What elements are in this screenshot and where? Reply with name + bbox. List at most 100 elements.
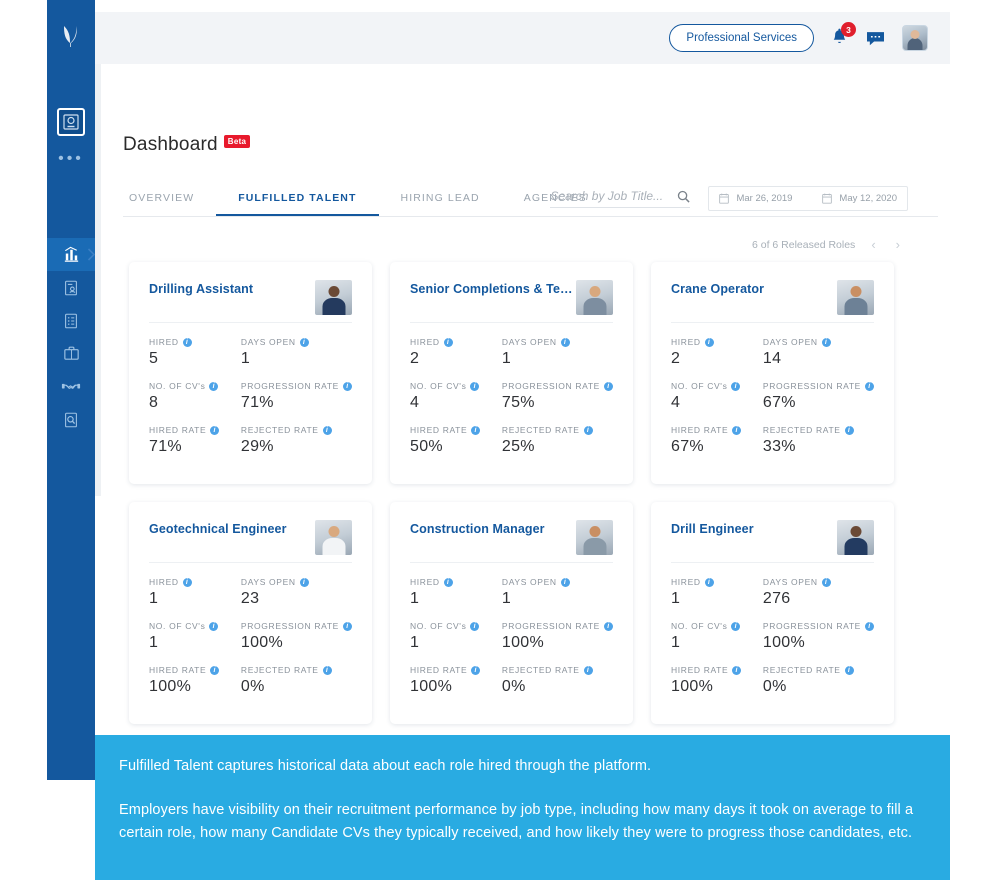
messages-button[interactable] [865, 30, 886, 47]
info-icon[interactable]: i [322, 665, 332, 675]
leaf-logo-icon[interactable] [60, 24, 82, 48]
metric-label: PROGRESSION RATE i [502, 381, 613, 391]
metric-value: 100% [671, 678, 714, 695]
sidebar-item-agencies[interactable] [47, 370, 95, 403]
metric-label: NO. OF CV's i [149, 381, 241, 391]
info-icon[interactable]: i [182, 577, 192, 587]
card-header: Construction Manager [410, 520, 613, 562]
notifications-button[interactable]: 3 [830, 22, 856, 48]
info-icon[interactable]: i [210, 425, 220, 435]
metric-cell: DAYS OPEN i 23 [241, 577, 352, 608]
metric-label: NO. OF CV's i [410, 381, 502, 391]
metric-cell: REJECTED RATE i 0% [763, 665, 874, 696]
info-icon[interactable]: i [704, 577, 714, 587]
date-start[interactable]: Mar 26, 2019 [719, 193, 792, 204]
info-icon[interactable]: i [731, 621, 741, 631]
info-icon[interactable]: i [210, 665, 220, 675]
metric-cell: NO. OF CV's i 1 [671, 621, 763, 652]
metric-label-text: HIRED [671, 337, 701, 347]
search-box[interactable] [550, 189, 691, 208]
metric-value: 0% [762, 678, 787, 695]
info-icon[interactable]: i [343, 621, 352, 631]
date-range-picker[interactable]: Mar 26, 2019 May 12, 2020 [708, 186, 908, 211]
metric-cell: REJECTED RATE i 0% [502, 665, 613, 696]
info-icon[interactable]: i [182, 337, 192, 347]
metric-label: REJECTED RATE i [502, 425, 613, 435]
prev-page-button[interactable]: ‹ [867, 237, 879, 252]
metric-cell: PROGRESSION RATE i 75% [502, 381, 613, 412]
metric-label-text: HIRED RATE [671, 425, 729, 435]
metric-label-text: HIRED RATE [149, 665, 207, 675]
sidebar-item-checklist[interactable] [47, 304, 95, 337]
metric-label-text: DAYS OPEN [501, 577, 557, 587]
info-icon[interactable]: i [471, 425, 481, 435]
info-icon[interactable]: i [704, 337, 714, 347]
sidebar-item-jobs[interactable] [47, 337, 95, 370]
sidebar-more-icon[interactable]: ••• [58, 151, 84, 167]
info-icon[interactable]: i [322, 425, 332, 435]
role-title: Drill Engineer [671, 522, 754, 536]
info-icon[interactable]: i [299, 577, 309, 587]
user-avatar[interactable] [902, 25, 928, 51]
date-end[interactable]: May 12, 2020 [822, 193, 897, 204]
role-card[interactable]: Crane Operator HIRED i 2 DAYS OPEN i 14 NO. OF … [651, 262, 894, 484]
next-page-button[interactable]: › [892, 237, 904, 252]
metric-label: DAYS OPEN i [241, 577, 352, 587]
metric-cell: DAYS OPEN i 1 [502, 337, 613, 368]
info-icon[interactable]: i [821, 577, 831, 587]
metric-label-text: HIRED [149, 337, 179, 347]
info-icon[interactable]: i [865, 381, 874, 391]
role-avatar [837, 280, 874, 315]
role-card[interactable]: Drilling Assistant HIRED i 5 DAYS OPEN i 1 NO. … [129, 262, 372, 484]
page-content: Dashboard Beta OVERVIEW FULFILLED TALENT… [101, 64, 950, 734]
org-pill-button[interactable]: Professional Services [669, 24, 814, 52]
info-icon[interactable]: i [604, 621, 613, 631]
metric-label-text: DAYS OPEN [501, 337, 557, 347]
top-header-bar: Professional Services 3 [95, 12, 950, 64]
info-icon[interactable]: i [209, 381, 219, 391]
metric-value: 33% [762, 438, 796, 455]
search-icon[interactable] [677, 190, 691, 203]
info-icon[interactable]: i [560, 577, 570, 587]
badge-app-icon[interactable] [57, 108, 85, 136]
metric-value: 23 [240, 590, 260, 607]
info-icon[interactable]: i [732, 425, 742, 435]
role-card[interactable]: Geotechnical Engineer HIRED i 1 DAYS OPEN i 23… [129, 502, 372, 724]
sidebar-expand-toggle[interactable] [82, 244, 100, 264]
info-icon[interactable]: i [844, 665, 854, 675]
role-avatar [315, 280, 352, 315]
calendar-icon [719, 193, 730, 204]
role-card[interactable]: Construction Manager HIRED i 1 DAYS OPEN i 1 NO… [390, 502, 633, 724]
metric-label-text: REJECTED RATE [240, 425, 319, 435]
info-icon[interactable]: i [470, 381, 480, 391]
info-icon[interactable]: i [209, 621, 219, 631]
tab-fulfilled-talent[interactable]: FULFILLED TALENT [216, 192, 379, 217]
role-card[interactable]: Drill Engineer HIRED i 1 DAYS OPEN i 276 NO. OF… [651, 502, 894, 724]
info-icon[interactable]: i [731, 381, 741, 391]
sidebar-item-candidates[interactable] [47, 271, 95, 304]
info-icon[interactable]: i [470, 621, 480, 631]
role-card[interactable]: Senior Completions & Test Engin...HIREDi… [390, 262, 633, 484]
briefcase-icon [63, 346, 79, 360]
metric-cell: DAYS OPEN i 276 [763, 577, 874, 608]
info-icon[interactable]: i [821, 337, 831, 347]
info-icon[interactable]: i [844, 425, 854, 435]
info-icon[interactable]: i [604, 381, 613, 391]
info-icon[interactable]: i [299, 337, 309, 347]
info-icon[interactable]: i [865, 621, 874, 631]
info-icon[interactable]: i [583, 665, 593, 675]
info-icon[interactable]: i [583, 425, 593, 435]
info-icon[interactable]: i [471, 665, 481, 675]
metric-cell: NO. OF CV's i 1 [410, 621, 502, 652]
sidebar-item-search-cv[interactable] [47, 403, 95, 436]
info-icon[interactable]: i [732, 665, 742, 675]
info-icon[interactable]: i [443, 337, 453, 347]
search-input[interactable] [550, 189, 663, 203]
info-icon[interactable]: i [343, 381, 352, 391]
metric-label-text: PROGRESSION RATE [501, 381, 600, 391]
info-icon[interactable]: i [560, 337, 570, 347]
info-icon[interactable]: i [443, 577, 453, 587]
metric-label: HIRED i [671, 577, 763, 587]
tab-hiring-lead[interactable]: HIRING LEAD [379, 192, 502, 217]
tab-overview[interactable]: OVERVIEW [123, 192, 216, 217]
